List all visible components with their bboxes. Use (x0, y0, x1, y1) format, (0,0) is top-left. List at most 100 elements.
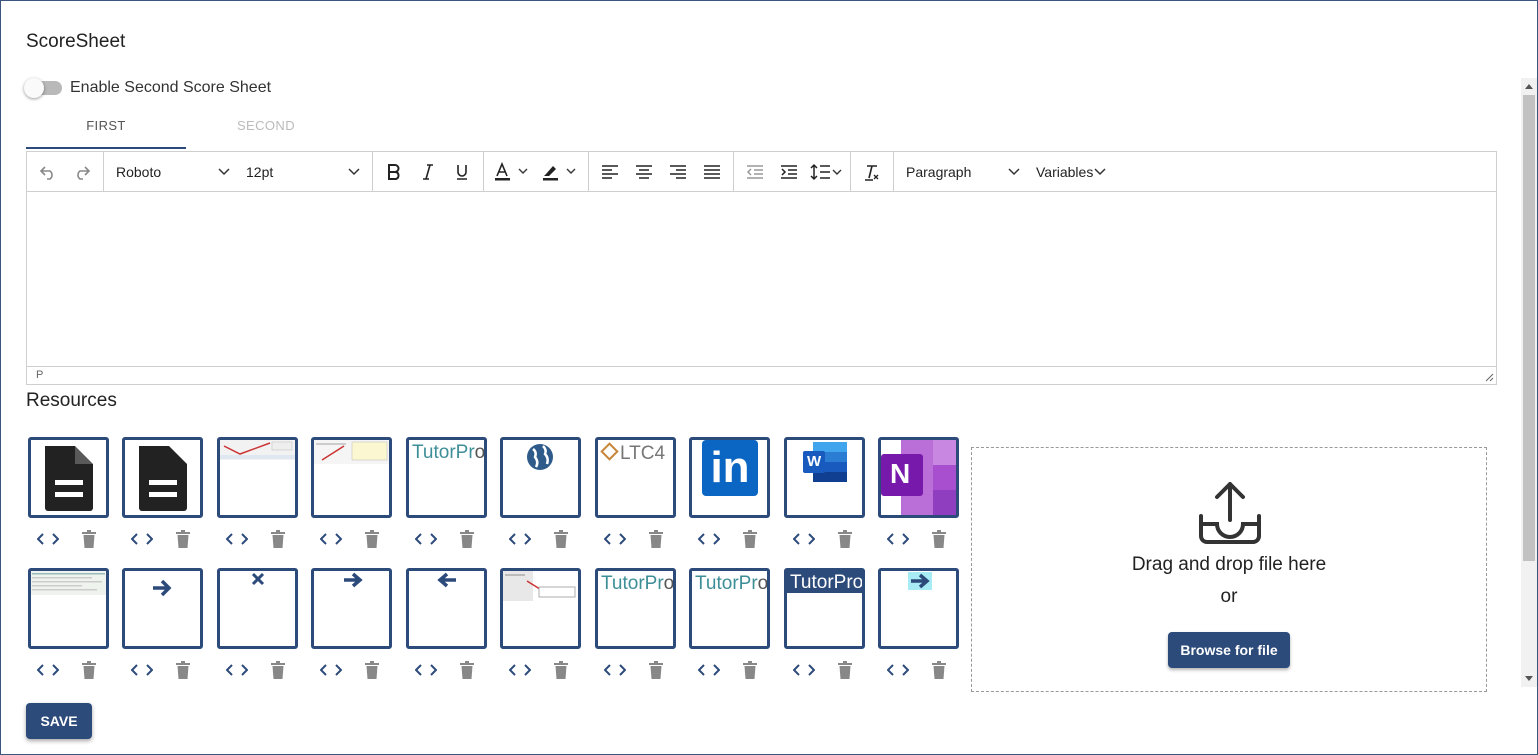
resource-onenote-thumb[interactable]: N (878, 437, 959, 518)
clear-format-icon[interactable] (855, 156, 889, 188)
resource-screenshot-thumb[interactable] (500, 568, 581, 649)
editor-content-area[interactable] (27, 192, 1496, 367)
delete-trash-icon[interactable] (926, 528, 952, 550)
resource-tutorpro-thumb[interactable]: TutorPro (406, 437, 487, 518)
resource-tutorpro-thumb[interactable]: TutorPro (595, 568, 676, 649)
delete-trash-icon[interactable] (359, 528, 385, 550)
resource-globe-thumb[interactable] (500, 437, 581, 518)
toggle-label: Enable Second Score Sheet (70, 79, 272, 96)
save-button[interactable]: SAVE (26, 703, 92, 739)
delete-trash-icon[interactable] (832, 528, 858, 550)
delete-trash-icon[interactable] (265, 528, 291, 550)
delete-trash-icon[interactable] (76, 659, 102, 681)
resource-actions (122, 658, 203, 682)
resource-linkedin-thumb[interactable]: in (689, 437, 770, 518)
embed-code-icon[interactable] (791, 659, 817, 681)
embed-code-icon[interactable] (413, 528, 439, 550)
delete-trash-icon[interactable] (76, 528, 102, 550)
delete-trash-icon[interactable] (643, 659, 669, 681)
file-dropzone[interactable]: Drag and drop file here or Browse for fi… (971, 447, 1487, 692)
align-right-icon[interactable] (661, 156, 695, 188)
embed-code-icon[interactable] (602, 659, 628, 681)
delete-trash-icon[interactable] (170, 659, 196, 681)
justify-icon[interactable] (695, 156, 729, 188)
embed-code-icon[interactable] (129, 659, 155, 681)
font-family-select[interactable]: Roboto (108, 156, 238, 188)
embed-code-icon[interactable] (885, 528, 911, 550)
resource-ltc4-thumb[interactable]: LTC4 (595, 437, 676, 518)
scroll-thumb[interactable] (1523, 95, 1535, 561)
resource-screenshot-thumb[interactable] (28, 568, 109, 649)
font-size-select[interactable]: 12pt (238, 156, 368, 188)
delete-trash-icon[interactable] (832, 659, 858, 681)
embed-code-icon[interactable] (507, 659, 533, 681)
delete-trash-icon[interactable] (359, 659, 385, 681)
line-height-icon[interactable] (806, 156, 846, 188)
delete-trash-icon[interactable] (454, 528, 480, 550)
vertical-scrollbar[interactable] (1521, 78, 1537, 687)
browse-file-button[interactable]: Browse for file (1168, 632, 1290, 668)
undo-icon[interactable] (31, 156, 65, 188)
embed-code-icon[interactable] (507, 528, 533, 550)
embed-code-icon[interactable] (413, 659, 439, 681)
bold-icon[interactable] (377, 156, 411, 188)
embed-code-icon[interactable] (318, 528, 344, 550)
second-score-sheet-toggle[interactable] (24, 78, 62, 98)
resource-arrow-thumb[interactable] (122, 568, 203, 649)
embed-code-icon[interactable] (885, 659, 911, 681)
underline-icon[interactable] (445, 156, 479, 188)
embed-code-icon[interactable] (35, 528, 61, 550)
embed-code-icon[interactable] (224, 528, 250, 550)
delete-trash-icon[interactable] (548, 528, 574, 550)
resource-actions (500, 658, 581, 682)
resource-document-thumb[interactable] (122, 437, 203, 518)
embed-code-icon[interactable] (129, 528, 155, 550)
element-path[interactable]: P (36, 369, 43, 381)
resource-screenshot-thumb[interactable] (217, 437, 298, 518)
outdent-icon[interactable] (738, 156, 772, 188)
resource-tutorpro-thumb[interactable]: TutorPro (689, 568, 770, 649)
resource-x-thumb[interactable] (217, 568, 298, 649)
embed-code-icon[interactable] (35, 659, 61, 681)
tab-second[interactable]: SECOND (186, 111, 346, 149)
resource-arrow-thumb[interactable] (406, 568, 487, 649)
delete-trash-icon[interactable] (170, 528, 196, 550)
resource-document-thumb[interactable] (28, 437, 109, 518)
block-format-select[interactable]: Paragraph (898, 156, 1028, 188)
history-group (27, 152, 104, 191)
embed-code-icon[interactable] (696, 528, 722, 550)
resource-screenshot-thumb[interactable] (311, 437, 392, 518)
delete-trash-icon[interactable] (926, 659, 952, 681)
tab-first[interactable]: FIRST (26, 111, 186, 149)
resource-tutorpro-dark-thumb[interactable]: TutorPro (784, 568, 865, 649)
redo-icon[interactable] (65, 156, 99, 188)
highlight-icon[interactable] (536, 156, 584, 188)
indent-icon[interactable] (772, 156, 806, 188)
delete-trash-icon[interactable] (737, 528, 763, 550)
variables-select[interactable]: Variables (1028, 156, 1114, 188)
embed-code-icon[interactable] (602, 528, 628, 550)
embed-code-icon[interactable] (696, 659, 722, 681)
arrow-right-highlight-icon (908, 572, 932, 590)
resource-arrow-thumb[interactable] (311, 568, 392, 649)
scoresheet-panel: ScoreSheet Enable Second Score Sheet FIR… (0, 0, 1538, 755)
delete-trash-icon[interactable] (737, 659, 763, 681)
text-color-icon[interactable] (488, 156, 536, 188)
scroll-down-icon[interactable] (1521, 671, 1537, 687)
resource-arrow-thumb[interactable] (878, 568, 959, 649)
align-left-icon[interactable] (593, 156, 627, 188)
embed-code-icon[interactable] (318, 659, 344, 681)
delete-trash-icon[interactable] (548, 659, 574, 681)
delete-trash-icon[interactable] (454, 659, 480, 681)
italic-icon[interactable] (411, 156, 445, 188)
embed-code-icon[interactable] (224, 659, 250, 681)
scroll-up-icon[interactable] (1521, 78, 1537, 94)
resource-word-thumb[interactable]: W (784, 437, 865, 518)
globe-icon (527, 444, 553, 470)
embed-code-icon[interactable] (791, 528, 817, 550)
toggle-knob[interactable] (24, 78, 44, 98)
delete-trash-icon[interactable] (265, 659, 291, 681)
delete-trash-icon[interactable] (643, 528, 669, 550)
resize-handle-icon[interactable] (1484, 372, 1494, 382)
align-center-icon[interactable] (627, 156, 661, 188)
